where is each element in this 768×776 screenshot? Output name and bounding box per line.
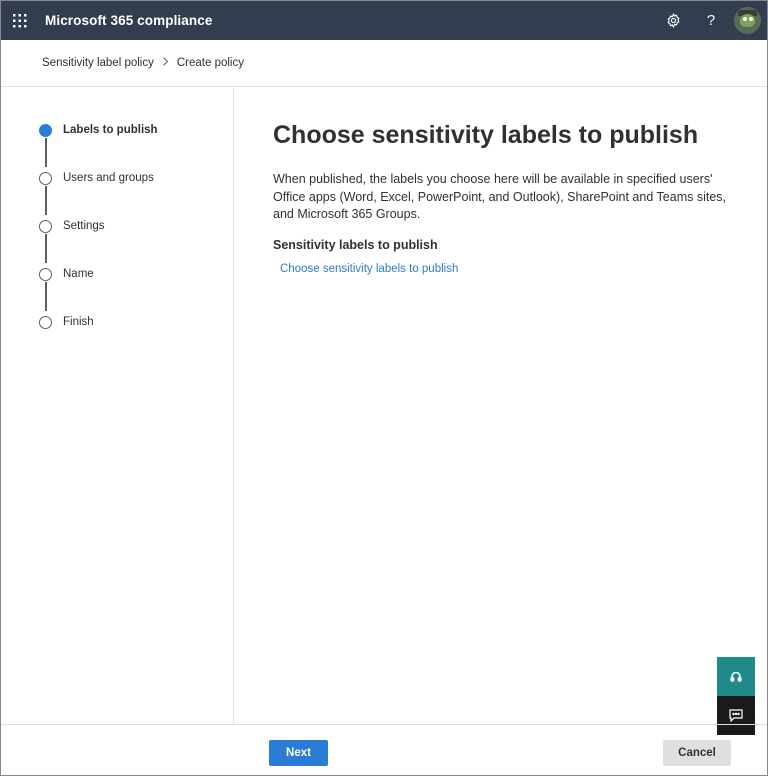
step-users-and-groups[interactable]: Users and groups (39, 168, 154, 188)
choose-labels-link[interactable]: Choose sensitivity labels to publish (280, 263, 458, 275)
user-avatar[interactable] (734, 7, 761, 34)
step-label: Labels to publish (63, 124, 158, 136)
breadcrumb-item-create-policy: Create policy (176, 57, 244, 69)
step-label: Settings (63, 220, 105, 232)
step-current-icon (39, 123, 52, 137)
help-question-icon[interactable]: ? (692, 1, 730, 40)
help-headset-button[interactable] (717, 657, 755, 696)
step-settings[interactable]: Settings (39, 216, 105, 236)
step-pending-icon (39, 315, 52, 329)
step-connector (45, 282, 47, 311)
chevron-right-icon (162, 57, 169, 69)
app-launcher-waffle-icon[interactable] (1, 1, 39, 40)
step-label: Finish (63, 316, 94, 328)
top-bar: Microsoft 365 compliance ? (1, 1, 767, 40)
step-name[interactable]: Name (39, 264, 94, 284)
breadcrumb-item-sensitivity-label-policy[interactable]: Sensitivity label policy (42, 57, 154, 69)
step-connector (45, 186, 47, 215)
settings-gear-icon[interactable] (654, 1, 692, 40)
step-pending-icon (39, 171, 52, 185)
step-pending-icon (39, 267, 52, 281)
app-title[interactable]: Microsoft 365 compliance (45, 13, 212, 28)
step-finish[interactable]: Finish (39, 312, 94, 332)
step-labels-to-publish[interactable]: Labels to publish (39, 120, 158, 140)
page-title: Choose sensitivity labels to publish (273, 121, 699, 149)
page-description: When published, the labels you choose he… (273, 172, 727, 221)
step-label: Users and groups (63, 172, 154, 184)
step-connector (45, 234, 47, 263)
section-label: Sensitivity labels to publish (273, 238, 438, 252)
cancel-button[interactable]: Cancel (663, 740, 731, 766)
wizard-steps: Labels to publish Users and groups Setti… (1, 88, 234, 724)
breadcrumb: Sensitivity label policy Create policy (1, 40, 767, 87)
step-label: Name (63, 268, 94, 280)
step-connector (45, 138, 47, 167)
step-pending-icon (39, 219, 52, 233)
wizard-footer: Next Cancel (1, 724, 767, 775)
next-button[interactable]: Next (269, 740, 328, 766)
